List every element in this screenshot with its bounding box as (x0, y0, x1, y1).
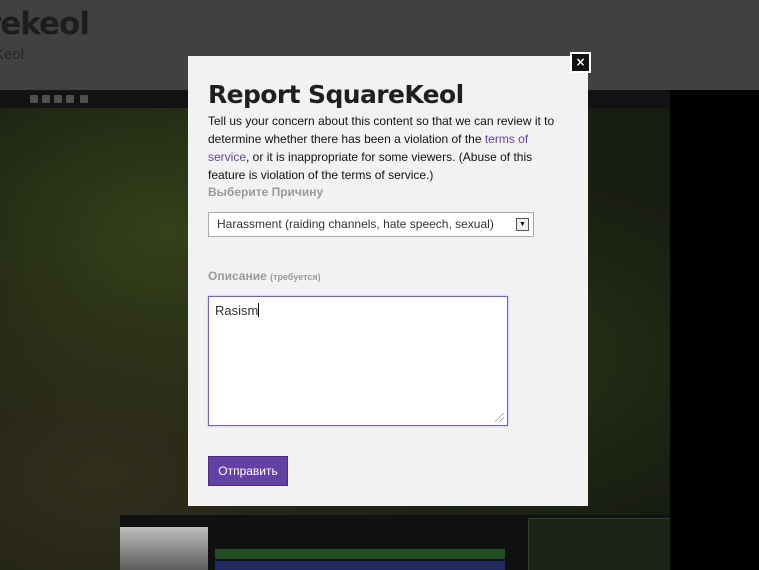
description-label-text: Описание (208, 269, 267, 283)
report-dialog: Report SquareKeol Tell us your concern a… (188, 56, 588, 506)
dialog-title: Report SquareKeol (208, 80, 464, 109)
dialog-description: Tell us your concern about this content … (208, 112, 568, 184)
required-hint: (требуется) (270, 272, 321, 282)
close-icon[interactable]: × (570, 52, 591, 73)
reason-selected-value: Harassment (raiding channels, hate speec… (217, 217, 494, 231)
stage: arekeol Keol Report SquareKeol Tell us y… (0, 0, 759, 570)
description-text-after: , or it is inappropriate for some viewer… (208, 150, 533, 182)
description-label: Описание (требуется) (208, 269, 321, 283)
description-textarea[interactable]: Rasism (208, 296, 508, 426)
submit-button[interactable]: Отправить (208, 456, 288, 486)
chevron-down-icon[interactable]: ▼ (516, 218, 529, 231)
reason-select[interactable]: Harassment (raiding channels, hate speec… (208, 212, 534, 237)
reason-label: Выберите Причину (208, 185, 324, 199)
resize-grip-icon[interactable] (495, 413, 504, 422)
text-caret (258, 303, 260, 317)
description-value: Rasism (215, 303, 259, 318)
